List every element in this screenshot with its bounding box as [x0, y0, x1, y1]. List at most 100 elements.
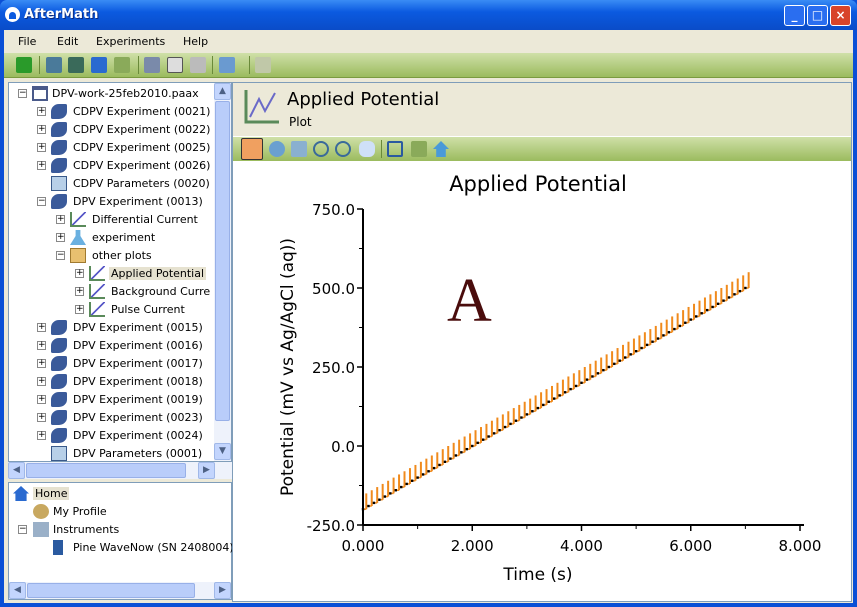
- home-icon: [13, 486, 29, 501]
- plot-panel: Applied Potential Plot Applied Potential…: [232, 82, 852, 602]
- applied-potential-chart[interactable]: Applied Potential -250.0 0.0 250.0 500.0 750.…: [233, 161, 851, 601]
- baseline-point: [705, 308, 709, 312]
- plot-subtitle: Plot: [289, 115, 312, 129]
- minimize-button[interactable]: _: [784, 5, 805, 26]
- expand-toggle[interactable]: +: [37, 323, 46, 332]
- profile-icon: [33, 504, 49, 519]
- expand-toggle[interactable]: +: [37, 431, 46, 440]
- chart-title: Applied Potential: [449, 172, 627, 196]
- expand-toggle[interactable]: +: [75, 305, 84, 314]
- baseline-point: [520, 416, 523, 419]
- print-icon[interactable]: [114, 57, 130, 73]
- expand-toggle[interactable]: +: [75, 287, 84, 296]
- new-archive-icon[interactable]: [46, 57, 62, 73]
- scroll-right-button[interactable]: ▶: [214, 582, 231, 599]
- potentiostat-icon: [53, 540, 63, 555]
- select-region-icon[interactable]: [291, 141, 307, 157]
- run-experiment-icon[interactable]: [219, 57, 235, 73]
- select-arrow-icon[interactable]: [241, 138, 263, 160]
- baseline-point: [711, 305, 714, 309]
- expand-toggle[interactable]: +: [37, 143, 46, 152]
- folder-icon: [70, 248, 86, 263]
- baseline-point: [607, 365, 611, 369]
- menu-file[interactable]: File: [18, 35, 36, 48]
- main-window: File Edit Experiments Help − DPV-work-25…: [4, 30, 853, 603]
- expand-toggle[interactable]: +: [56, 233, 65, 242]
- zoom-in-icon[interactable]: [313, 141, 329, 157]
- plot-icon: [89, 284, 105, 299]
- toolbar-separator: [249, 56, 250, 74]
- parameters-book-icon: [51, 176, 67, 191]
- zoom-out-icon[interactable]: [335, 141, 351, 157]
- cut-icon[interactable]: [144, 57, 160, 73]
- paste-icon[interactable]: [190, 57, 206, 73]
- scroll-right-button[interactable]: ▶: [198, 462, 215, 479]
- expand-toggle[interactable]: +: [37, 395, 46, 404]
- expand-toggle[interactable]: +: [37, 161, 46, 170]
- toolbar-separator: [138, 56, 139, 74]
- scroll-up-button[interactable]: ▲: [214, 83, 231, 100]
- baseline-point: [744, 286, 747, 290]
- tree-vertical-scrollbar[interactable]: ▲ ▼: [214, 83, 231, 461]
- baseline-point: [580, 381, 583, 384]
- scroll-down-button[interactable]: ▼: [214, 443, 231, 460]
- baseline-point: [700, 312, 703, 315]
- expand-toggle[interactable]: +: [37, 125, 46, 134]
- baseline-point: [454, 454, 458, 457]
- select-point-icon[interactable]: [269, 141, 285, 157]
- electrode-icon: [51, 392, 67, 407]
- electrode-icon: [51, 140, 67, 155]
- baseline-point: [410, 479, 414, 482]
- baseline-point: [602, 368, 605, 372]
- close-button[interactable]: ×: [830, 5, 851, 26]
- menu-edit[interactable]: Edit: [57, 35, 78, 48]
- expand-toggle[interactable]: +: [37, 107, 46, 116]
- baseline-point: [613, 362, 616, 366]
- expand-toggle[interactable]: +: [37, 341, 46, 350]
- title-bar: AfterMath _ □ ×: [0, 0, 857, 30]
- open-archive-icon[interactable]: [68, 57, 84, 73]
- expand-toggle[interactable]: +: [37, 377, 46, 386]
- pan-hand-icon[interactable]: [359, 141, 375, 157]
- baseline-point: [471, 444, 474, 448]
- scroll-thumb[interactable]: [215, 101, 230, 421]
- print-icon[interactable]: [411, 141, 427, 157]
- home-horizontal-scrollbar[interactable]: ◀ ▶: [9, 582, 231, 599]
- home-icon[interactable]: [433, 141, 449, 157]
- maximize-button[interactable]: □: [807, 5, 828, 26]
- baseline-point: [596, 372, 600, 375]
- tree-item-label: DPV Parameters (0001): [73, 447, 203, 460]
- plot-icon: [89, 302, 105, 317]
- baseline-point: [547, 400, 550, 403]
- baseline-point: [542, 403, 545, 407]
- collapse-toggle[interactable]: −: [37, 197, 46, 206]
- menu-help[interactable]: Help: [183, 35, 208, 48]
- menu-experiments[interactable]: Experiments: [96, 35, 165, 48]
- tree-item-label: DPV Experiment (0018): [73, 375, 203, 388]
- plot-icon: [70, 212, 86, 227]
- tree-item-label: DPV Experiment (0024): [73, 429, 203, 442]
- copy-icon[interactable]: [167, 57, 183, 73]
- collapse-toggle[interactable]: −: [18, 89, 27, 98]
- expand-toggle[interactable]: +: [75, 269, 84, 278]
- scroll-left-button[interactable]: ◀: [8, 462, 25, 479]
- tree-item-label: Home: [33, 487, 70, 500]
- expand-toggle[interactable]: +: [56, 215, 65, 224]
- y-tick-label: 0.0: [331, 438, 355, 456]
- baseline-point: [629, 353, 632, 356]
- scroll-thumb[interactable]: [26, 463, 186, 478]
- baseline-point: [372, 501, 376, 505]
- collapse-toggle[interactable]: −: [18, 525, 27, 534]
- scroll-thumb[interactable]: [27, 583, 195, 598]
- zoom-fit-icon[interactable]: [387, 141, 403, 157]
- app-logo-icon: [5, 7, 20, 22]
- scroll-left-button[interactable]: ◀: [9, 582, 26, 599]
- collapse-toggle[interactable]: −: [56, 251, 65, 260]
- back-icon[interactable]: [16, 57, 32, 73]
- expand-toggle[interactable]: +: [37, 413, 46, 422]
- expand-toggle[interactable]: +: [37, 359, 46, 368]
- electrode-icon: [51, 104, 67, 119]
- save-icon[interactable]: [91, 57, 107, 73]
- tree-horizontal-scrollbar[interactable]: ◀ ▶: [8, 462, 232, 479]
- baseline-point: [443, 460, 447, 463]
